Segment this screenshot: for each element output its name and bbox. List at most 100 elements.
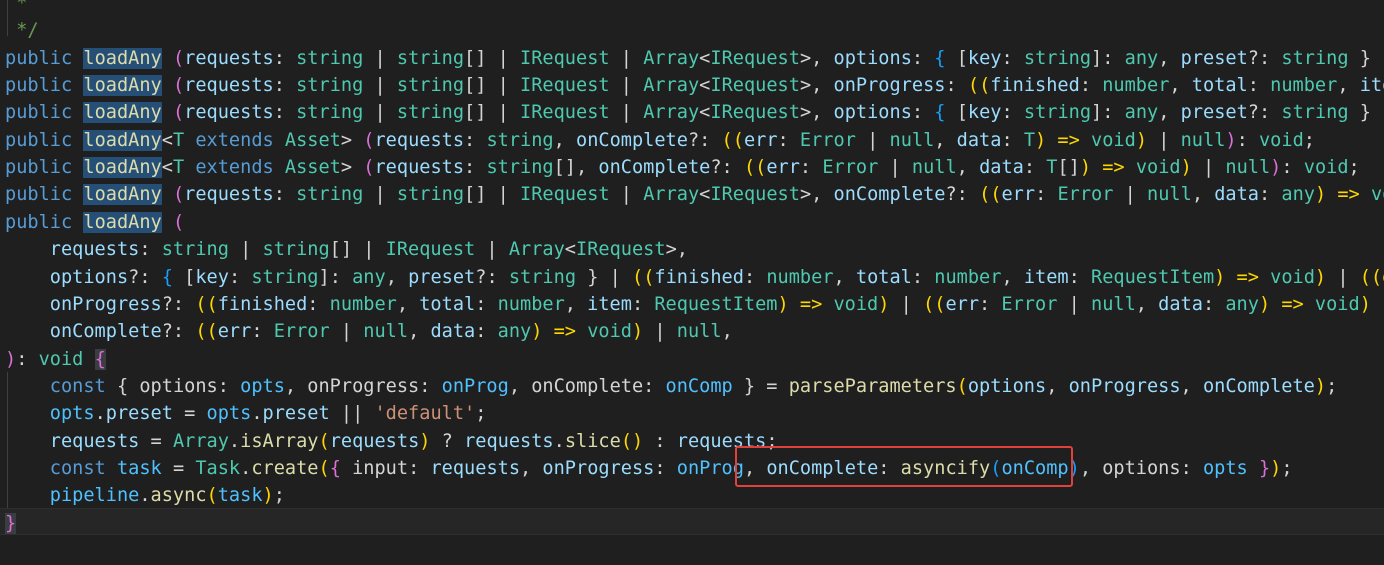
code-token: [] bbox=[464, 47, 487, 69]
code-token: ) bbox=[1135, 129, 1148, 151]
code-token: string bbox=[508, 266, 577, 288]
code-token: slice bbox=[564, 430, 621, 452]
code-line[interactable]: const { options: opts, onProgress: onPro… bbox=[0, 373, 1384, 400]
code-token: finished bbox=[654, 266, 744, 288]
code-line[interactable]: public loadAny (requests: string | strin… bbox=[0, 99, 1384, 126]
code-token: string bbox=[1023, 102, 1092, 124]
code-token: >, bbox=[799, 75, 834, 97]
code-token: , bbox=[721, 321, 733, 343]
code-token: requests bbox=[676, 430, 767, 452]
code-token: public bbox=[5, 129, 84, 151]
code-token: : bbox=[217, 375, 241, 397]
code-token: | bbox=[228, 239, 263, 261]
code-token: null bbox=[1225, 157, 1271, 179]
code-line[interactable]: requests = Array.isArray(requests) ? req… bbox=[0, 428, 1384, 455]
code-line[interactable]: public loadAny<T extends Asset> (request… bbox=[0, 154, 1384, 181]
code-token: onProg bbox=[441, 375, 509, 397]
code-token: : bbox=[273, 75, 297, 97]
code-line[interactable]: opts.preset = opts.preset || 'default'; bbox=[0, 400, 1384, 427]
code-token: string bbox=[251, 266, 319, 288]
code-token: key bbox=[195, 266, 229, 288]
code-token: ) bbox=[1314, 266, 1327, 288]
code-token: key bbox=[967, 102, 1002, 124]
code-token: onComplete bbox=[1202, 375, 1315, 397]
code-token: ?: bbox=[161, 321, 196, 343]
code-token: any bbox=[1281, 184, 1315, 206]
code-token: } bbox=[5, 512, 17, 534]
code-token: | bbox=[363, 47, 397, 69]
code-token: (( bbox=[195, 293, 218, 315]
code-token: , bbox=[385, 266, 409, 288]
code-token: IRequest bbox=[710, 102, 800, 124]
code-token: | bbox=[609, 47, 644, 69]
code-line[interactable]: public loadAny (requests: string | strin… bbox=[0, 72, 1384, 99]
code-token: | bbox=[609, 102, 644, 124]
code-line[interactable]: */ bbox=[0, 17, 1384, 44]
code-line[interactable]: ): void { bbox=[0, 346, 1384, 373]
code-token: < bbox=[699, 75, 711, 97]
code-editor[interactable]: * */public loadAny (requests: string | s… bbox=[0, 0, 1384, 565]
code-token: } = bbox=[732, 375, 789, 397]
code-line[interactable]: public loadAny<T extends Asset> (request… bbox=[0, 127, 1384, 154]
code-token: ) bbox=[419, 430, 431, 452]
code-token: : bbox=[1023, 157, 1047, 179]
code-token: string bbox=[396, 184, 465, 206]
code-token: ; bbox=[1348, 157, 1360, 179]
code-line[interactable]: pipeline.async(task); bbox=[0, 482, 1384, 509]
code-token: , bbox=[553, 129, 576, 151]
code-line[interactable]: * bbox=[0, 0, 1384, 17]
code-line[interactable]: public loadAny (requests: string | strin… bbox=[0, 181, 1384, 208]
code-token: : bbox=[945, 75, 968, 97]
code-line[interactable]: public loadAny ( bbox=[0, 209, 1384, 236]
code-line[interactable]: onComplete?: ((err: Error | null, data: … bbox=[0, 318, 1384, 345]
code-token: ? bbox=[430, 430, 465, 452]
code-token: ) bbox=[5, 348, 17, 370]
code-token: string bbox=[486, 129, 554, 151]
code-token: requests bbox=[184, 184, 274, 206]
code-token: loadAny bbox=[83, 47, 162, 69]
code-token: number bbox=[329, 293, 397, 315]
code-token: | bbox=[486, 75, 521, 97]
code-token: } | bbox=[1359, 102, 1384, 124]
code-token: Asset bbox=[284, 129, 341, 151]
code-line[interactable]: options?: { [key: string]: any, preset?:… bbox=[0, 264, 1384, 291]
code-token: null bbox=[889, 129, 935, 151]
code-token: , bbox=[1337, 75, 1360, 97]
code-token: requests bbox=[49, 430, 140, 452]
code-token: ) => bbox=[1214, 266, 1271, 288]
code-token: ]: bbox=[318, 266, 353, 288]
code-token: string bbox=[396, 102, 465, 124]
code-token: null bbox=[1091, 293, 1136, 315]
code-token: total bbox=[419, 293, 476, 315]
code-token: Task bbox=[195, 457, 241, 479]
code-token: < bbox=[699, 102, 711, 124]
code-token: < bbox=[699, 184, 711, 206]
code-token: requests bbox=[184, 102, 274, 124]
code-token: , bbox=[1158, 102, 1181, 124]
code-line[interactable]: const task = Task.create({ input: reques… bbox=[0, 455, 1384, 482]
code-token: loadAny bbox=[83, 211, 162, 233]
code-token: loadAny bbox=[83, 157, 162, 179]
code-line[interactable]: onProgress?: ((finished: number, total: … bbox=[0, 291, 1384, 318]
code-token: void bbox=[1314, 293, 1360, 315]
code-token: , bbox=[1079, 457, 1103, 479]
code-line[interactable]: public loadAny (requests: string | strin… bbox=[0, 45, 1384, 72]
code-token: : bbox=[1247, 75, 1271, 97]
code-line[interactable]: } bbox=[0, 510, 1384, 537]
code-token: ?: bbox=[945, 184, 980, 206]
code-token: : bbox=[1068, 266, 1092, 288]
code-token: loadAny bbox=[83, 75, 162, 97]
code-token: requests bbox=[329, 430, 420, 452]
code-line[interactable]: requests: string | string[] | IRequest |… bbox=[0, 236, 1384, 263]
code-token: number bbox=[1270, 75, 1338, 97]
code-token: : bbox=[1281, 157, 1304, 179]
code-token: } | bbox=[1359, 47, 1384, 69]
code-token: key bbox=[967, 47, 1002, 69]
code-token: * bbox=[5, 0, 28, 14]
